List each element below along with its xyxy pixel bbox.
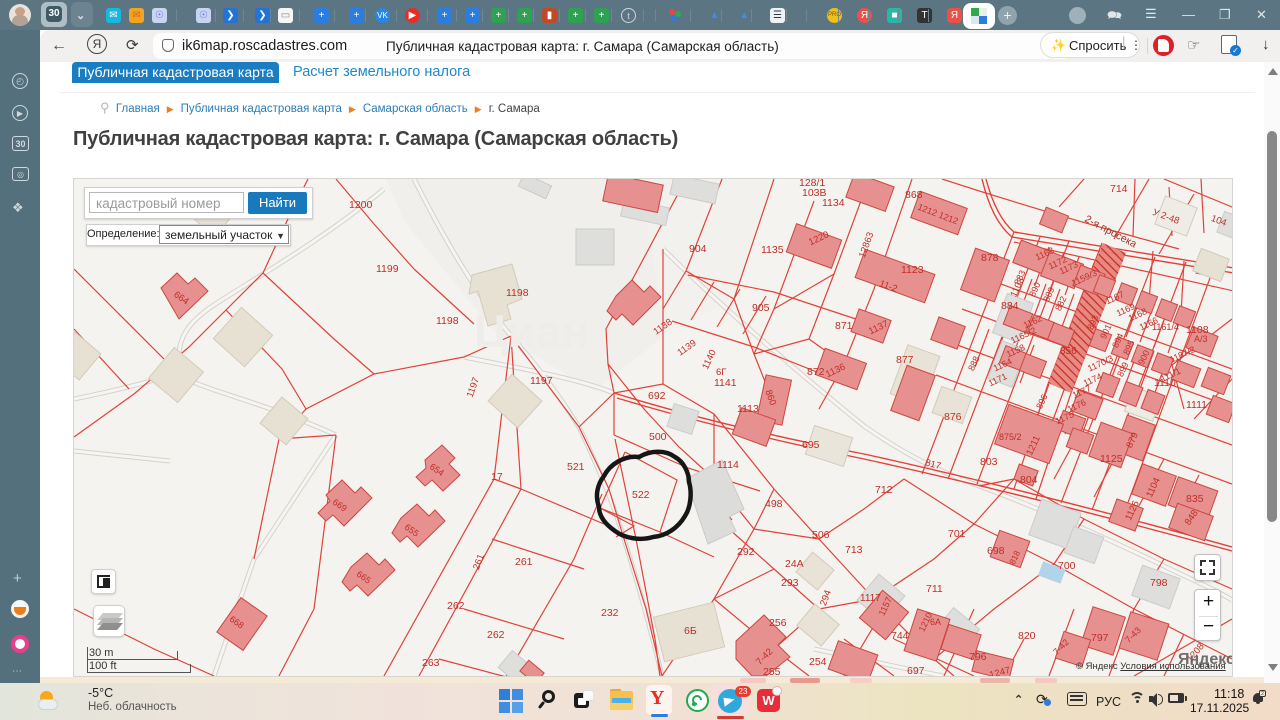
- svg-text:1197: 1197: [530, 375, 553, 387]
- svg-text:521: 521: [567, 461, 585, 473]
- svg-text:522: 522: [632, 489, 650, 501]
- svg-text:498: 498: [765, 498, 783, 510]
- svg-text:904: 904: [689, 243, 707, 255]
- svg-text:1113: 1113: [737, 403, 759, 415]
- svg-text:293: 293: [781, 577, 799, 589]
- svg-text:692: 692: [648, 390, 666, 402]
- svg-text:713: 713: [845, 544, 863, 556]
- svg-text:878: 878: [981, 252, 999, 264]
- svg-text:6А: 6А: [930, 617, 941, 627]
- svg-text:1198: 1198: [436, 315, 459, 327]
- svg-text:695: 695: [802, 439, 820, 451]
- svg-text:797: 797: [1091, 632, 1109, 644]
- svg-text:877: 877: [896, 354, 914, 366]
- svg-text:744: 744: [891, 630, 909, 642]
- svg-text:17: 17: [491, 471, 503, 483]
- svg-text:1199: 1199: [376, 263, 399, 275]
- svg-text:1161/4: 1161/4: [1152, 322, 1179, 332]
- svg-text:712: 712: [875, 484, 893, 496]
- svg-text:1141: 1141: [714, 377, 737, 389]
- svg-text:871: 871: [835, 320, 853, 332]
- svg-text:263: 263: [422, 657, 440, 669]
- svg-text:875/2: 875/2: [999, 432, 1022, 442]
- svg-text:714: 714: [1110, 183, 1128, 195]
- svg-text:804: 804: [1020, 474, 1038, 486]
- svg-text:872: 872: [807, 366, 825, 378]
- svg-text:868: 868: [905, 189, 923, 201]
- svg-text:1123: 1123: [901, 264, 924, 276]
- svg-text:820: 820: [1018, 630, 1036, 642]
- svg-text:1111: 1111: [1186, 399, 1207, 411]
- svg-text:24А: 24А: [785, 558, 804, 570]
- svg-text:А/3: А/3: [1194, 334, 1208, 344]
- svg-text:Циан: Циан: [474, 305, 589, 357]
- svg-text:500: 500: [649, 431, 667, 443]
- svg-text:803: 803: [980, 456, 998, 468]
- svg-text:6Б: 6Б: [684, 625, 697, 637]
- svg-text:262: 262: [447, 600, 465, 612]
- svg-text:1198: 1198: [506, 287, 529, 299]
- svg-text:835: 835: [1186, 493, 1204, 505]
- svg-text:876: 876: [944, 411, 962, 423]
- svg-text:232: 232: [601, 607, 619, 619]
- svg-text:905: 905: [752, 302, 770, 314]
- svg-text:1114: 1114: [717, 459, 739, 471]
- svg-text:711: 711: [926, 583, 943, 595]
- svg-text:700: 700: [1058, 560, 1076, 572]
- svg-text:292: 292: [737, 546, 755, 558]
- svg-text:1117: 1117: [860, 593, 881, 604]
- svg-text:798: 798: [1150, 577, 1168, 589]
- svg-text:255: 255: [763, 666, 781, 676]
- svg-text:856: 856: [1060, 346, 1077, 357]
- svg-text:701: 701: [948, 528, 966, 540]
- svg-text:103В: 103В: [802, 187, 827, 199]
- svg-text:256: 256: [769, 617, 787, 629]
- svg-text:1200: 1200: [349, 199, 373, 211]
- svg-text:884: 884: [1001, 300, 1019, 312]
- svg-text:698: 698: [987, 545, 1005, 557]
- svg-text:697: 697: [907, 665, 925, 676]
- svg-text:1110: 1110: [1154, 377, 1176, 389]
- svg-text:1135: 1135: [761, 244, 784, 256]
- svg-text:506: 506: [812, 529, 830, 541]
- svg-text:1125: 1125: [1100, 453, 1123, 465]
- svg-text:261: 261: [515, 556, 533, 568]
- svg-text:262: 262: [487, 629, 505, 641]
- svg-text:254: 254: [809, 656, 827, 668]
- svg-text:796: 796: [969, 651, 987, 663]
